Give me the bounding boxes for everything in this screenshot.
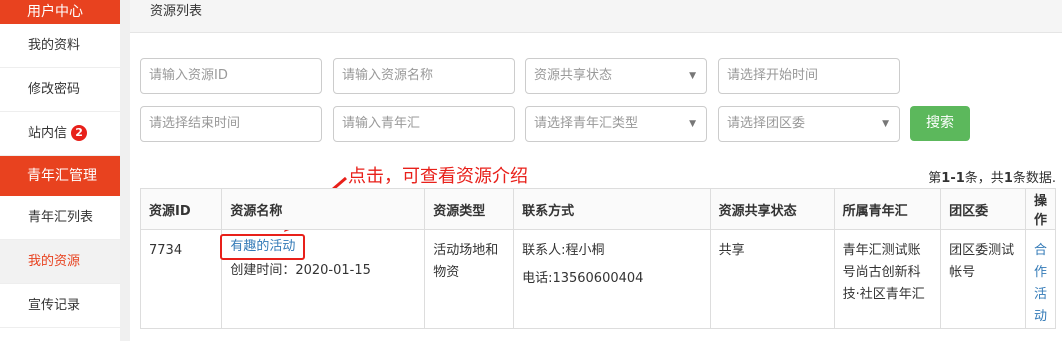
sidebar: 用户中心 我的资料 修改密码 站内信 2 青年汇管理 青年汇列表 我的资源 宣传记… bbox=[0, 0, 120, 341]
cell-resource-id: 7734 bbox=[139, 229, 223, 329]
record-summary: 第1-1条，共1条数据. bbox=[928, 171, 1056, 186]
chevron-down-icon: ▼ bbox=[882, 119, 889, 129]
youth-club-type-select[interactable]: 请选择青年汇类型 ▼ bbox=[525, 106, 707, 142]
table-header-row: 资源ID 资源名称 资源类型 联系方式 资源共享状态 所属青年汇 团区委 操作 bbox=[139, 188, 1057, 230]
table-row: 7734 有趣的活动 创建时间：2020-01-15 活动场地和物资 联系人:程… bbox=[139, 229, 1057, 329]
contact-person: 联系人:程小桐 bbox=[522, 243, 605, 258]
col-league-committee: 团区委 bbox=[940, 188, 1026, 230]
cell-share-status: 共享 bbox=[709, 229, 835, 329]
cell-contact: 联系人:程小桐 电话:13560600404 bbox=[513, 229, 711, 329]
youth-club-input[interactable]: 请输入青年汇 bbox=[333, 106, 515, 142]
sidebar-item-messages[interactable]: 站内信 2 bbox=[0, 112, 120, 156]
col-resource-type: 资源类型 bbox=[424, 188, 515, 230]
share-status-select[interactable]: 资源共享状态 ▼ bbox=[525, 58, 707, 94]
sidebar-item-change-password[interactable]: 修改密码 bbox=[0, 68, 120, 112]
sidebar-item-youth-club-list[interactable]: 青年汇列表 bbox=[0, 196, 120, 240]
col-resource-name: 资源名称 bbox=[221, 188, 426, 230]
start-time-input[interactable]: 请选择开始时间 bbox=[718, 58, 900, 94]
col-contact: 联系方式 bbox=[513, 188, 711, 230]
sidebar-item-my-profile[interactable]: 我的资料 bbox=[0, 24, 120, 68]
col-youth-club: 所属青年汇 bbox=[833, 188, 942, 230]
sidebar-section-user-center: 用户中心 bbox=[0, 0, 120, 24]
col-actions: 操作 bbox=[1024, 188, 1057, 230]
col-share-status: 资源共享状态 bbox=[709, 188, 835, 230]
resource-name-input[interactable]: 请输入资源名称 bbox=[333, 58, 515, 94]
search-button[interactable]: 搜索 bbox=[910, 106, 970, 141]
created-time: 创建时间：2020-01-15 bbox=[230, 263, 371, 278]
chevron-down-icon: ▼ bbox=[689, 71, 696, 81]
cell-actions: 合作活动 bbox=[1024, 229, 1057, 329]
contact-phone: 电话:13560600404 bbox=[522, 271, 644, 286]
unread-badge: 2 bbox=[71, 125, 88, 141]
resource-name-link[interactable]: 有趣的活动 bbox=[220, 234, 306, 260]
sidebar-section-youth-club: 青年汇管理 bbox=[0, 156, 120, 196]
cell-youth-club: 青年汇测试账号尚古创新科技·社区青年汇 bbox=[833, 229, 942, 329]
col-resource-id: 资源ID bbox=[139, 188, 223, 230]
cell-league-committee: 团区委测试帐号 bbox=[940, 229, 1026, 329]
annotation-text: 点击，可查看资源介绍 bbox=[348, 166, 528, 187]
league-committee-select[interactable]: 请选择团区委 ▼ bbox=[718, 106, 900, 142]
sidebar-item-promotion-records[interactable]: 宣传记录 bbox=[0, 284, 120, 328]
main-panel: 资源列表 请输入资源ID 请输入资源名称 资源共享状态 ▼ 请选择开始时间 请选择… bbox=[130, 0, 1062, 341]
cell-resource-type: 活动场地和物资 bbox=[424, 229, 515, 329]
cell-resource-name: 有趣的活动 创建时间：2020-01-15 bbox=[220, 229, 426, 329]
breadcrumb: 资源列表 bbox=[130, 0, 1062, 33]
end-time-input[interactable]: 请选择结束时间 bbox=[140, 106, 322, 142]
cooperate-activity-link[interactable]: 合作活动 bbox=[1034, 243, 1047, 324]
resource-id-input[interactable]: 请输入资源ID bbox=[140, 58, 322, 94]
sidebar-item-my-resources[interactable]: 我的资源 bbox=[0, 240, 120, 284]
resource-table: 资源ID 资源名称 资源类型 联系方式 资源共享状态 所属青年汇 团区委 操作 … bbox=[139, 188, 1057, 329]
chevron-down-icon: ▼ bbox=[689, 119, 696, 129]
